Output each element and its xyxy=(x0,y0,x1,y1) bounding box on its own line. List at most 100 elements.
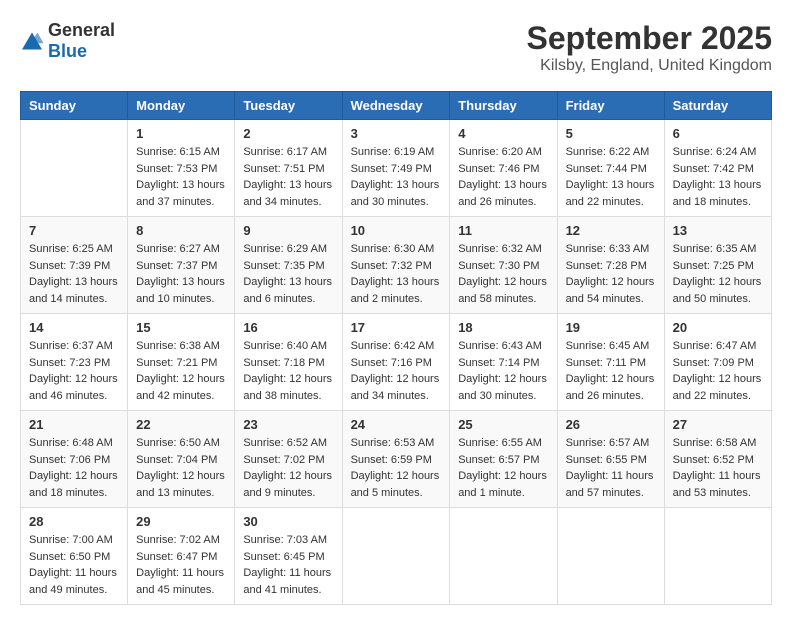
weekday-header-monday: Monday xyxy=(128,92,235,120)
daylight-label: Daylight: 13 hours and 22 minutes. xyxy=(566,179,655,208)
sunset-label: Sunset: 6:50 PM xyxy=(29,551,110,563)
sunset-label: Sunset: 7:09 PM xyxy=(673,357,754,369)
day-info: Sunrise: 6:24 AM Sunset: 7:42 PM Dayligh… xyxy=(673,144,763,210)
day-info: Sunrise: 6:52 AM Sunset: 7:02 PM Dayligh… xyxy=(243,435,333,501)
daylight-label: Daylight: 12 hours and 26 minutes. xyxy=(566,373,655,402)
calendar-cell xyxy=(450,508,557,605)
calendar-cell: 28 Sunrise: 7:00 AM Sunset: 6:50 PM Dayl… xyxy=(21,508,128,605)
day-number: 11 xyxy=(458,223,548,238)
daylight-label: Daylight: 12 hours and 42 minutes. xyxy=(136,373,225,402)
day-info: Sunrise: 6:33 AM Sunset: 7:28 PM Dayligh… xyxy=(566,241,656,307)
calendar-cell: 15 Sunrise: 6:38 AM Sunset: 7:21 PM Dayl… xyxy=(128,314,235,411)
day-info: Sunrise: 6:38 AM Sunset: 7:21 PM Dayligh… xyxy=(136,338,226,404)
day-number: 5 xyxy=(566,126,656,141)
day-info: Sunrise: 6:58 AM Sunset: 6:52 PM Dayligh… xyxy=(673,435,763,501)
day-info: Sunrise: 6:29 AM Sunset: 7:35 PM Dayligh… xyxy=(243,241,333,307)
calendar-cell: 26 Sunrise: 6:57 AM Sunset: 6:55 PM Dayl… xyxy=(557,411,664,508)
daylight-label: Daylight: 12 hours and 22 minutes. xyxy=(673,373,762,402)
calendar-cell: 27 Sunrise: 6:58 AM Sunset: 6:52 PM Dayl… xyxy=(664,411,771,508)
sunset-label: Sunset: 7:53 PM xyxy=(136,163,217,175)
day-number: 27 xyxy=(673,417,763,432)
daylight-label: Daylight: 11 hours and 41 minutes. xyxy=(243,567,331,596)
day-number: 15 xyxy=(136,320,226,335)
day-number: 21 xyxy=(29,417,119,432)
daylight-label: Daylight: 12 hours and 58 minutes. xyxy=(458,276,547,305)
daylight-label: Daylight: 12 hours and 38 minutes. xyxy=(243,373,332,402)
daylight-label: Daylight: 13 hours and 2 minutes. xyxy=(351,276,440,305)
day-number: 28 xyxy=(29,514,119,529)
page-header: General Blue September 2025 Kilsby, Engl… xyxy=(20,20,772,75)
calendar-cell: 19 Sunrise: 6:45 AM Sunset: 7:11 PM Dayl… xyxy=(557,314,664,411)
sunrise-label: Sunrise: 7:03 AM xyxy=(243,534,327,546)
sunrise-label: Sunrise: 6:42 AM xyxy=(351,340,435,352)
calendar-cell: 3 Sunrise: 6:19 AM Sunset: 7:49 PM Dayli… xyxy=(342,120,450,217)
weekday-header-saturday: Saturday xyxy=(664,92,771,120)
daylight-label: Daylight: 12 hours and 5 minutes. xyxy=(351,470,440,499)
weekday-header-tuesday: Tuesday xyxy=(235,92,342,120)
sunset-label: Sunset: 6:45 PM xyxy=(243,551,324,563)
daylight-label: Daylight: 13 hours and 14 minutes. xyxy=(29,276,118,305)
sunrise-label: Sunrise: 6:48 AM xyxy=(29,437,113,449)
daylight-label: Daylight: 12 hours and 46 minutes. xyxy=(29,373,118,402)
sunrise-label: Sunrise: 6:50 AM xyxy=(136,437,220,449)
day-number: 19 xyxy=(566,320,656,335)
sunrise-label: Sunrise: 6:37 AM xyxy=(29,340,113,352)
day-info: Sunrise: 6:27 AM Sunset: 7:37 PM Dayligh… xyxy=(136,241,226,307)
daylight-label: Daylight: 12 hours and 30 minutes. xyxy=(458,373,547,402)
day-number: 3 xyxy=(351,126,442,141)
sunrise-label: Sunrise: 6:30 AM xyxy=(351,243,435,255)
day-number: 4 xyxy=(458,126,548,141)
sunset-label: Sunset: 6:52 PM xyxy=(673,454,754,466)
logo: General Blue xyxy=(20,20,115,62)
calendar-cell: 29 Sunrise: 7:02 AM Sunset: 6:47 PM Dayl… xyxy=(128,508,235,605)
day-info: Sunrise: 6:48 AM Sunset: 7:06 PM Dayligh… xyxy=(29,435,119,501)
sunset-label: Sunset: 7:44 PM xyxy=(566,163,647,175)
sunrise-label: Sunrise: 6:32 AM xyxy=(458,243,542,255)
calendar-cell xyxy=(342,508,450,605)
calendar-cell: 9 Sunrise: 6:29 AM Sunset: 7:35 PM Dayli… xyxy=(235,217,342,314)
calendar-cell: 18 Sunrise: 6:43 AM Sunset: 7:14 PM Dayl… xyxy=(450,314,557,411)
sunrise-label: Sunrise: 6:20 AM xyxy=(458,146,542,158)
daylight-label: Daylight: 12 hours and 54 minutes. xyxy=(566,276,655,305)
sunrise-label: Sunrise: 6:29 AM xyxy=(243,243,327,255)
day-number: 22 xyxy=(136,417,226,432)
day-number: 6 xyxy=(673,126,763,141)
location: Kilsby, England, United Kingdom xyxy=(527,57,772,75)
calendar-cell: 1 Sunrise: 6:15 AM Sunset: 7:53 PM Dayli… xyxy=(128,120,235,217)
day-info: Sunrise: 7:00 AM Sunset: 6:50 PM Dayligh… xyxy=(29,532,119,598)
sunrise-label: Sunrise: 6:27 AM xyxy=(136,243,220,255)
calendar-cell: 11 Sunrise: 6:32 AM Sunset: 7:30 PM Dayl… xyxy=(450,217,557,314)
sunrise-label: Sunrise: 6:19 AM xyxy=(351,146,435,158)
daylight-label: Daylight: 12 hours and 1 minute. xyxy=(458,470,547,499)
calendar-cell: 24 Sunrise: 6:53 AM Sunset: 6:59 PM Dayl… xyxy=(342,411,450,508)
daylight-label: Daylight: 12 hours and 34 minutes. xyxy=(351,373,440,402)
weekday-header-wednesday: Wednesday xyxy=(342,92,450,120)
day-info: Sunrise: 6:45 AM Sunset: 7:11 PM Dayligh… xyxy=(566,338,656,404)
day-number: 13 xyxy=(673,223,763,238)
daylight-label: Daylight: 13 hours and 10 minutes. xyxy=(136,276,225,305)
sunset-label: Sunset: 7:42 PM xyxy=(673,163,754,175)
daylight-label: Daylight: 12 hours and 9 minutes. xyxy=(243,470,332,499)
day-info: Sunrise: 6:15 AM Sunset: 7:53 PM Dayligh… xyxy=(136,144,226,210)
day-info: Sunrise: 6:22 AM Sunset: 7:44 PM Dayligh… xyxy=(566,144,656,210)
day-number: 1 xyxy=(136,126,226,141)
calendar-cell: 20 Sunrise: 6:47 AM Sunset: 7:09 PM Dayl… xyxy=(664,314,771,411)
sunset-label: Sunset: 7:30 PM xyxy=(458,260,539,272)
sunset-label: Sunset: 7:51 PM xyxy=(243,163,324,175)
sunset-label: Sunset: 7:06 PM xyxy=(29,454,110,466)
calendar-cell: 14 Sunrise: 6:37 AM Sunset: 7:23 PM Dayl… xyxy=(21,314,128,411)
calendar-cell: 10 Sunrise: 6:30 AM Sunset: 7:32 PM Dayl… xyxy=(342,217,450,314)
daylight-label: Daylight: 12 hours and 18 minutes. xyxy=(29,470,118,499)
sunrise-label: Sunrise: 6:33 AM xyxy=(566,243,650,255)
calendar-cell: 6 Sunrise: 6:24 AM Sunset: 7:42 PM Dayli… xyxy=(664,120,771,217)
day-number: 9 xyxy=(243,223,333,238)
sunset-label: Sunset: 7:18 PM xyxy=(243,357,324,369)
sunrise-label: Sunrise: 6:55 AM xyxy=(458,437,542,449)
daylight-label: Daylight: 11 hours and 57 minutes. xyxy=(566,470,654,499)
sunset-label: Sunset: 7:46 PM xyxy=(458,163,539,175)
sunrise-label: Sunrise: 7:02 AM xyxy=(136,534,220,546)
daylight-label: Daylight: 13 hours and 6 minutes. xyxy=(243,276,332,305)
day-info: Sunrise: 6:42 AM Sunset: 7:16 PM Dayligh… xyxy=(351,338,442,404)
month-title: September 2025 xyxy=(527,20,772,57)
day-info: Sunrise: 6:43 AM Sunset: 7:14 PM Dayligh… xyxy=(458,338,548,404)
